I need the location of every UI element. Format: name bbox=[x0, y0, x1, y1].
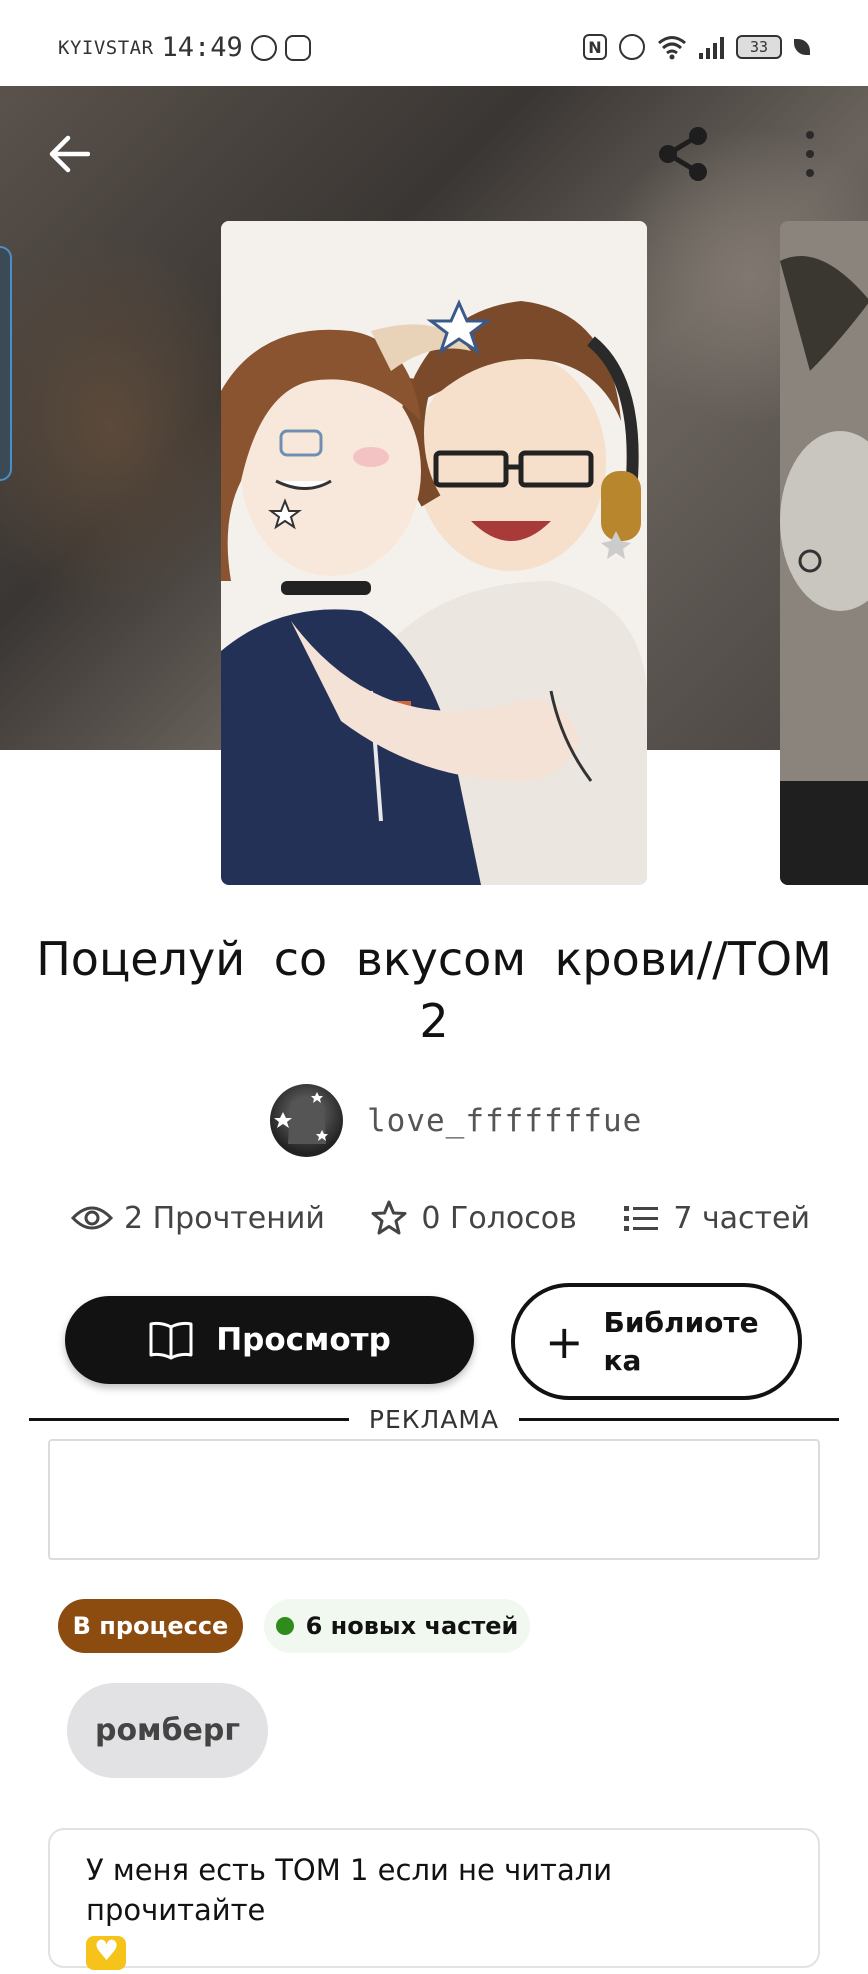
list-icon bbox=[619, 1200, 663, 1236]
viber-icon bbox=[250, 34, 277, 61]
votes-count: 0 Голосов bbox=[421, 1200, 577, 1236]
author-avatar[interactable] bbox=[270, 1084, 343, 1157]
tag-label: ромберг bbox=[94, 1713, 241, 1748]
parts-stat: 7 частей bbox=[619, 1200, 810, 1236]
add-to-library-button[interactable]: + Библиотека bbox=[511, 1283, 802, 1400]
back-button[interactable] bbox=[42, 128, 94, 180]
ad-divider: РЕКЛАМА bbox=[29, 1404, 840, 1434]
hotspot-icon bbox=[619, 34, 645, 60]
description-card[interactable]: У меня есть ТОМ 1 если не читали прочита… bbox=[48, 1828, 820, 1970]
parts-count: 7 частей bbox=[673, 1200, 810, 1236]
description-text: У меня есть ТОМ 1 если не читали прочита… bbox=[86, 1853, 613, 1927]
avatar-image bbox=[274, 1092, 328, 1144]
next-cover-illustration bbox=[780, 221, 868, 885]
status-right: N 33 bbox=[583, 34, 810, 60]
wifi-icon bbox=[658, 36, 686, 60]
status-badge-label: В процессе bbox=[72, 1612, 229, 1640]
book-open-icon bbox=[149, 1321, 193, 1360]
story-title: Поцелуй со вкусом крови//ТОМ 2 bbox=[36, 932, 832, 1048]
read-button[interactable]: Просмотр bbox=[65, 1296, 474, 1384]
author-name[interactable]: love_fffffffue bbox=[367, 1103, 642, 1139]
tag-chip[interactable]: ромберг bbox=[67, 1683, 268, 1778]
more-vertical-icon bbox=[806, 131, 814, 140]
status-bar: KYIVSTAR 14:49 N 33 bbox=[0, 0, 868, 86]
star-icon bbox=[367, 1200, 411, 1236]
cover-illustration bbox=[221, 221, 647, 885]
new-parts-label: 6 новых частей bbox=[305, 1612, 519, 1640]
ad-slot[interactable] bbox=[48, 1439, 820, 1560]
story-cover[interactable] bbox=[221, 221, 647, 885]
votes-stat: 0 Голосов bbox=[367, 1200, 577, 1236]
more-options-button[interactable] bbox=[794, 126, 826, 182]
nfc-icon: N bbox=[583, 34, 607, 60]
previous-cover-edge[interactable] bbox=[0, 246, 12, 481]
read-button-label: Просмотр bbox=[216, 1322, 391, 1358]
new-parts-badge: 6 новых частей bbox=[264, 1599, 530, 1653]
reads-stat: 2 Прочтений bbox=[70, 1200, 325, 1236]
status-left: KYIVSTAR 14:49 bbox=[58, 32, 311, 63]
next-cover-preview[interactable] bbox=[780, 221, 868, 885]
author-link[interactable]: love_fffffffue bbox=[270, 1084, 642, 1157]
share-icon bbox=[659, 127, 707, 181]
carrier-label: KYIVSTAR bbox=[58, 36, 154, 59]
signal-icon bbox=[699, 35, 724, 59]
clock: 14:49 bbox=[161, 32, 243, 63]
arrow-left-icon bbox=[49, 135, 90, 173]
ad-label: РЕКЛАМА bbox=[368, 1404, 500, 1434]
reads-count: 2 Прочтений bbox=[124, 1200, 325, 1236]
library-button-label: Библиотека bbox=[603, 1305, 759, 1377]
instagram-icon bbox=[284, 34, 311, 61]
yellow-heart-icon bbox=[86, 1934, 126, 1970]
green-dot-icon bbox=[275, 1617, 294, 1635]
status-badge: В процессе bbox=[58, 1599, 243, 1653]
plus-icon: + bbox=[545, 1314, 584, 1369]
battery-icon: 33 bbox=[736, 35, 782, 59]
share-button[interactable] bbox=[652, 122, 716, 186]
eye-icon bbox=[70, 1200, 114, 1236]
power-saving-icon bbox=[794, 39, 810, 55]
story-stats: 2 Прочтений 0 Голосов 7 частей bbox=[70, 1200, 810, 1236]
